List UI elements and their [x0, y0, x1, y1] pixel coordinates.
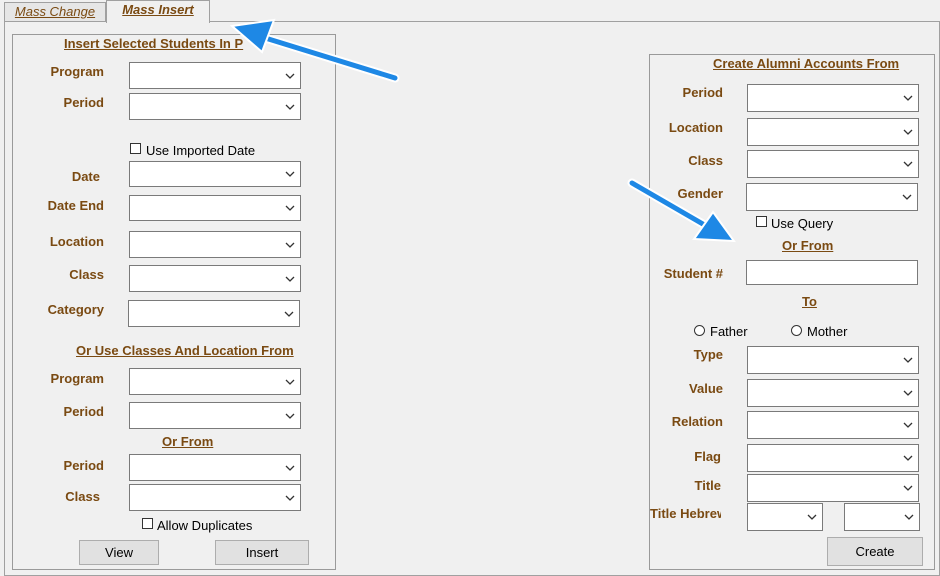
- student-num-label: Student #: [663, 266, 723, 281]
- student-num-input[interactable]: [746, 260, 918, 285]
- chevron-down-icon: [903, 129, 913, 135]
- title-hebrew-combo-2[interactable]: [844, 503, 920, 531]
- location-label: Location: [49, 234, 104, 249]
- tab-strip: Mass Change Mass Insert: [0, 0, 940, 23]
- date-label: Date: [71, 169, 100, 184]
- location-combo[interactable]: [129, 231, 301, 258]
- chevron-down-icon: [285, 104, 295, 110]
- value-combo[interactable]: [747, 379, 919, 407]
- relation-combo[interactable]: [747, 411, 919, 439]
- program-combo[interactable]: [129, 62, 301, 89]
- father-radio[interactable]: [694, 325, 705, 336]
- chevron-down-icon: [285, 205, 295, 211]
- period3-label: Period: [63, 458, 104, 473]
- mother-label: Mother: [807, 324, 848, 339]
- chevron-down-icon: [285, 242, 295, 248]
- period-label: Period: [63, 95, 104, 110]
- or-from-title-right: Or From: [782, 238, 834, 253]
- chevron-down-icon: [284, 311, 294, 317]
- chevron-down-icon: [902, 194, 912, 200]
- type-combo[interactable]: [747, 346, 919, 374]
- chevron-down-icon: [807, 514, 817, 520]
- flag-label: Flag: [694, 449, 721, 464]
- program2-label: Program: [50, 371, 104, 386]
- date-end-combo[interactable]: [129, 195, 301, 221]
- class-label: Class: [69, 267, 104, 282]
- or-from-title-left: Or From: [162, 434, 214, 449]
- right-gender-label: Gender: [677, 186, 723, 201]
- allow-duplicates-checkbox[interactable]: [142, 518, 153, 529]
- chevron-down-icon: [285, 379, 295, 385]
- insert-students-title: Insert Selected Students In P: [64, 36, 244, 51]
- chevron-down-icon: [903, 455, 913, 461]
- right-period-label: Period: [682, 85, 723, 100]
- right-period-combo[interactable]: [747, 84, 919, 112]
- chevron-down-icon: [903, 390, 913, 396]
- class2-label: Class: [65, 489, 100, 504]
- flag-combo[interactable]: [747, 444, 919, 472]
- allow-duplicates-label: Allow Duplicates: [157, 518, 253, 533]
- right-gender-combo[interactable]: [746, 183, 918, 211]
- program2-combo[interactable]: [129, 368, 301, 395]
- chevron-down-icon: [285, 73, 295, 79]
- chevron-down-icon: [903, 485, 913, 491]
- chevron-down-icon: [285, 171, 295, 177]
- program-label: Program: [50, 64, 104, 79]
- chevron-down-icon: [285, 276, 295, 282]
- father-label: Father: [710, 324, 748, 339]
- date-end-label: Date End: [47, 198, 104, 213]
- or-use-classes-title: Or Use Classes And Location From: [76, 343, 294, 358]
- use-query-checkbox[interactable]: [756, 216, 767, 227]
- chevron-down-icon: [903, 95, 913, 101]
- tab-mass-change[interactable]: Mass Change: [4, 2, 106, 21]
- category-combo[interactable]: [128, 300, 300, 327]
- period2-combo[interactable]: [129, 402, 301, 429]
- mother-radio[interactable]: [791, 325, 802, 336]
- title-combo[interactable]: [747, 474, 919, 502]
- period2-label: Period: [63, 404, 104, 419]
- right-class-label: Class: [688, 153, 723, 168]
- title-label: Title: [694, 478, 722, 493]
- use-imported-date-label: Use Imported Date: [146, 143, 256, 158]
- use-imported-date-checkbox[interactable]: [130, 143, 141, 154]
- date-combo[interactable]: [129, 161, 301, 187]
- category-label: Category: [47, 302, 104, 317]
- period-combo[interactable]: [129, 93, 301, 120]
- period3-combo[interactable]: [129, 454, 301, 481]
- use-query-label: Use Query: [771, 216, 834, 231]
- view-button[interactable]: View: [79, 540, 159, 565]
- right-location-combo[interactable]: [747, 118, 919, 146]
- insert-button[interactable]: Insert: [215, 540, 309, 565]
- create-alumni-title: Create Alumni Accounts From: [713, 56, 900, 71]
- chevron-down-icon: [903, 357, 913, 363]
- chevron-down-icon: [285, 465, 295, 471]
- class-combo[interactable]: [129, 265, 301, 292]
- title-hebrew-combo-1[interactable]: [747, 503, 823, 531]
- title-hebrew-label: Title Hebrew: [650, 506, 721, 521]
- tab-mass-insert[interactable]: Mass Insert: [106, 0, 210, 23]
- right-class-combo[interactable]: [747, 150, 919, 178]
- chevron-down-icon: [904, 514, 914, 520]
- chevron-down-icon: [903, 422, 913, 428]
- right-location-label: Location: [668, 120, 723, 135]
- class2-combo[interactable]: [129, 484, 301, 511]
- create-button[interactable]: Create: [827, 537, 923, 566]
- chevron-down-icon: [285, 413, 295, 419]
- relation-label: Relation: [671, 414, 723, 429]
- type-label: Type: [693, 347, 723, 362]
- chevron-down-icon: [903, 161, 913, 167]
- value-label: Value: [689, 381, 723, 396]
- chevron-down-icon: [285, 495, 295, 501]
- to-title: To: [802, 294, 817, 309]
